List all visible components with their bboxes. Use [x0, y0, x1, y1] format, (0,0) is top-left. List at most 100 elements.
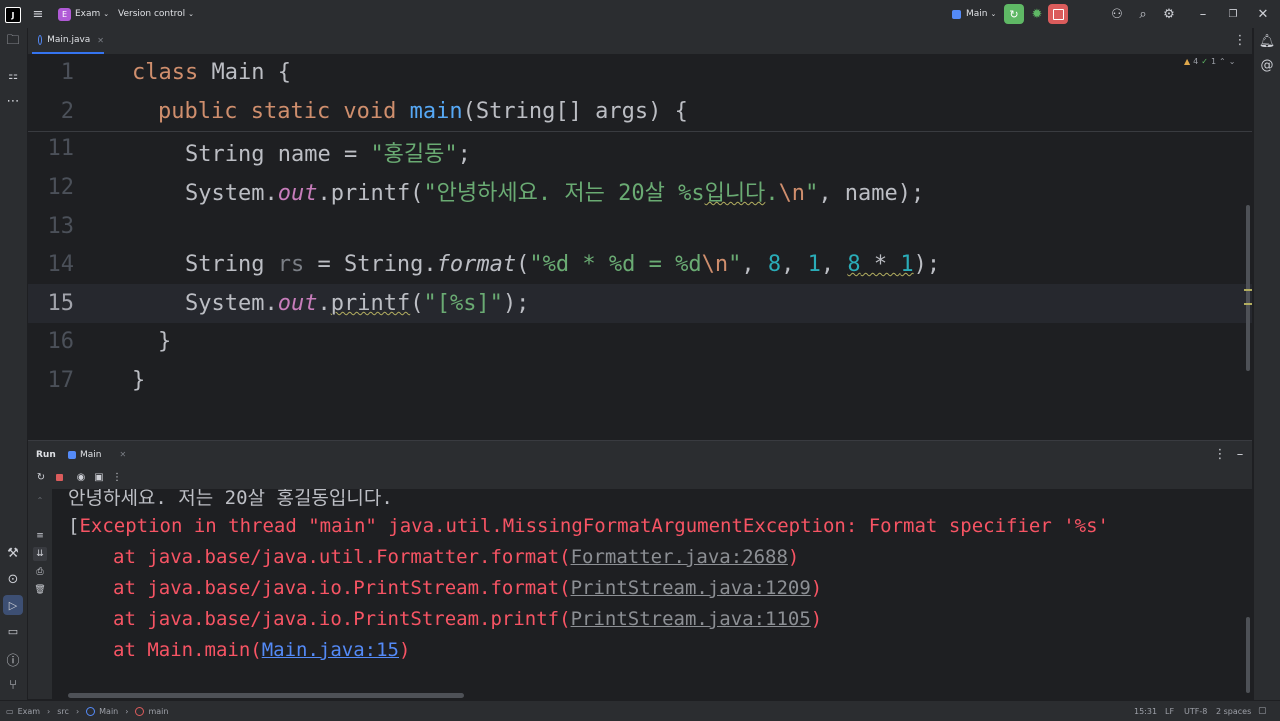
problems-icon[interactable]: ⓘ — [4, 650, 22, 669]
code-line-17: } — [132, 368, 146, 393]
run-panel-title: Run — [36, 450, 56, 460]
hamburger-menu-icon[interactable]: ≡ — [30, 6, 46, 22]
folder-icon[interactable]: 🗀 — [4, 33, 22, 51]
lock-icon[interactable]: ▢ — [1258, 701, 1267, 721]
stack-link[interactable]: PrintStream.java:1105 — [571, 608, 811, 630]
scroll-up-icon[interactable]: ⌃ — [33, 493, 47, 507]
more-icon[interactable]: ⋮ — [1212, 446, 1228, 462]
console-error-line: [Exception in thread "main" java.util.Mi… — [68, 515, 1109, 537]
editor-scrollbar[interactable] — [1246, 205, 1250, 371]
maximize-icon[interactable]: ❐ — [1224, 5, 1242, 23]
check-icon: ✓ — [1201, 57, 1208, 66]
rerun-icon[interactable]: ↻ — [34, 470, 48, 484]
scroll-icon[interactable]: ⇊ — [33, 547, 47, 561]
code-line-16: } — [158, 329, 172, 354]
status-bar: ▭ Exam › src › Main › main 15:31 LF UTF-… — [0, 700, 1280, 721]
stack-link[interactable]: PrintStream.java:1209 — [571, 577, 811, 599]
notifications-icon[interactable]: 🔔︎ — [1258, 32, 1276, 50]
console-stack-line: at java.base/java.io.PrintStream.printf(… — [113, 608, 823, 630]
vcs-label: Version control — [118, 9, 186, 19]
project-widget[interactable]: E Exam ⌄ — [58, 0, 109, 28]
line-number: 1 — [60, 60, 74, 85]
run-config-selector[interactable]: Main ⌄ — [952, 0, 996, 28]
console-hscrollbar[interactable] — [68, 693, 464, 698]
run-tool-icon[interactable]: ▷ — [3, 595, 23, 615]
chevron-down-icon: ⌄ — [103, 10, 110, 18]
vcs-widget[interactable]: Version control ⌄ — [118, 0, 194, 28]
line-number: 15 — [47, 291, 75, 316]
chevron-down-icon: ⌄ — [990, 10, 997, 18]
close-tab-icon[interactable]: ✕ — [120, 450, 127, 459]
structure-icon[interactable]: ⚏ — [4, 66, 22, 84]
breadcrumb-item[interactable]: src — [57, 707, 69, 716]
code-line-11: String name = "홍길동"; — [185, 142, 471, 167]
stop-icon[interactable] — [1048, 4, 1068, 24]
stack-link[interactable]: Formatter.java:2688 — [571, 546, 788, 568]
line-separator[interactable]: LF — [1165, 701, 1174, 721]
print-icon[interactable]: ⎙ — [33, 565, 47, 579]
add-user-icon[interactable]: ⚇ — [1108, 5, 1126, 23]
tab-label: Main.java — [47, 35, 91, 45]
line-number: 2 — [60, 99, 74, 124]
chevron-down-icon: ⌄ — [188, 10, 195, 18]
run-panel-header: Run Main ✕ ⋮ – — [28, 440, 1252, 468]
line-number: 16 — [47, 329, 75, 354]
file-encoding[interactable]: UTF-8 — [1184, 701, 1207, 721]
trash-icon[interactable]: 🗑︎ — [33, 583, 47, 597]
class-icon — [86, 706, 96, 716]
settings-icon[interactable]: ⚙ — [1160, 5, 1178, 23]
chevron-down-icon: ⌄ — [1228, 57, 1236, 66]
line-number: 17 — [47, 368, 75, 393]
code-editor[interactable]: ▲ 4 ✓ 1 ⌃ ⌄ 1 2 11 12 13 14 15 16 17 cla… — [28, 55, 1252, 439]
hide-panel-icon[interactable]: – — [1232, 446, 1248, 462]
line-number: 12 — [47, 175, 75, 200]
run-config-icon — [952, 9, 961, 19]
line-number: 14 — [47, 252, 75, 277]
warning-count: 4 — [1193, 57, 1199, 66]
run-tab-main[interactable]: Main ✕ — [68, 441, 126, 468]
console-line: 안녕하세요. 저는 20살 홍길동입니다. — [68, 489, 393, 509]
code-line-15: System.out.printf("[%s]"); — [185, 291, 530, 316]
restore-layout-icon[interactable]: ▣ — [92, 470, 106, 484]
git-icon[interactable]: ⑂ — [4, 676, 22, 694]
tab-actions-icon[interactable]: ⋮ — [1232, 32, 1248, 48]
minimize-icon[interactable]: – — [1194, 5, 1212, 23]
camera-icon[interactable]: ◉ — [74, 470, 88, 484]
more-icon[interactable]: ⋯ — [4, 92, 22, 110]
run-icon[interactable]: ↻ — [1004, 4, 1024, 24]
terminal-icon[interactable]: ▭ — [4, 622, 22, 640]
close-icon[interactable]: ✕ — [1254, 5, 1272, 23]
editor-tab-bar: Main.java ✕ ⋮ — [28, 28, 1252, 55]
sticky-lines-separator — [28, 131, 1252, 132]
indent-setting[interactable]: 2 spaces — [1216, 701, 1251, 721]
console-output[interactable]: 안녕하세요. 저는 20살 홍길동입니다. [Exception in thre… — [28, 489, 1252, 699]
breadcrumb: ▭ Exam › src › Main › main — [6, 706, 169, 716]
caret-position[interactable]: 15:31 — [1134, 701, 1157, 721]
project-name: Exam — [75, 9, 101, 19]
services-icon[interactable]: ⊙ — [4, 570, 22, 588]
code-line-14: String rs = String.format("%d * %d = %d\… — [185, 252, 941, 277]
app-logo-icon[interactable]: J — [5, 7, 21, 23]
breadcrumb-item[interactable]: Exam — [18, 707, 40, 716]
method-icon — [135, 706, 145, 716]
ai-assistant-icon[interactable]: @ — [1258, 56, 1276, 74]
code-line-2: public static void main(String[] args) { — [158, 99, 688, 124]
console-stack-line: at Main.main(Main.java:15) — [113, 639, 411, 661]
breadcrumb-item[interactable]: Main — [99, 707, 118, 716]
search-icon[interactable]: ⌕ — [1134, 5, 1152, 23]
breadcrumb-item[interactable]: main — [148, 707, 168, 716]
run-config-icon — [68, 450, 76, 459]
inspection-widget[interactable]: ▲ 4 ✓ 1 ⌃ ⌄ — [1184, 57, 1235, 66]
right-tool-strip: 🔔︎ @ — [1253, 28, 1280, 700]
tab-main-java[interactable]: Main.java ✕ — [32, 28, 104, 54]
build-icon[interactable]: ⚒ — [4, 544, 22, 562]
more-icon[interactable]: ⋮ — [110, 470, 124, 484]
console-vscrollbar[interactable] — [1246, 617, 1250, 693]
close-tab-icon[interactable]: ✕ — [97, 36, 104, 45]
stop-icon[interactable] — [52, 470, 66, 484]
console-stack-line: at java.base/java.io.PrintStream.format(… — [113, 577, 823, 599]
stack-link[interactable]: Main.java:15 — [262, 639, 399, 661]
soft-wrap-icon[interactable]: ≡ — [33, 529, 47, 543]
left-tool-strip: 🗀 ⚏ ⋯ ⚒ ⊙ ▷ ▭ ⓘ ⑂ — [0, 28, 28, 700]
debug-icon[interactable]: ✹ — [1028, 5, 1046, 23]
